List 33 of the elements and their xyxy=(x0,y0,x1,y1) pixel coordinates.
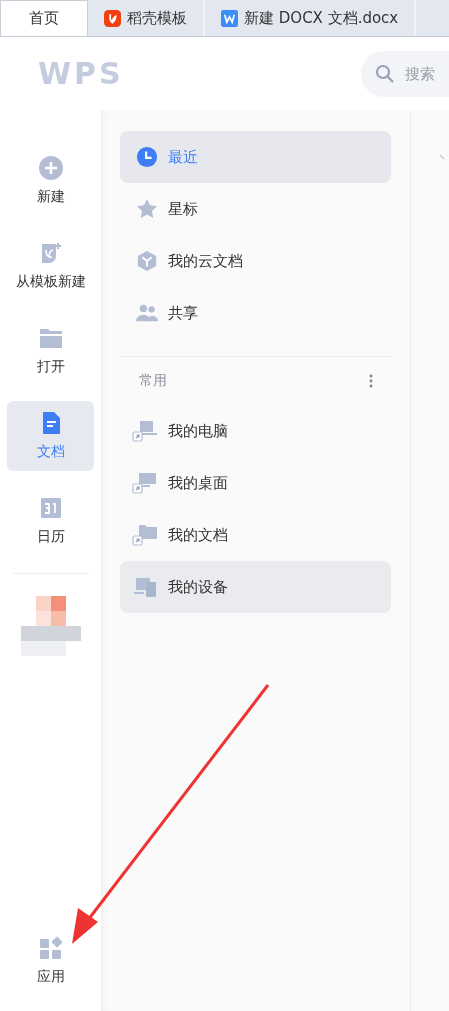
nav-item[interactable]: 我的电脑 xyxy=(120,405,391,457)
wps-logo: WPS xyxy=(38,56,124,91)
sidebar-item[interactable]: 日历 xyxy=(7,486,95,556)
clock-icon xyxy=(136,146,159,168)
more-icon[interactable] xyxy=(369,374,373,388)
sidebar-item[interactable]: 新建 xyxy=(7,146,95,216)
computer-shortcut-icon xyxy=(132,420,159,442)
nav-item[interactable]: 我的桌面 xyxy=(120,457,391,509)
search-field[interactable]: 搜索 xyxy=(361,50,449,97)
calendar-icon xyxy=(38,496,63,520)
star-icon xyxy=(136,198,159,220)
leaf-app-icon xyxy=(104,9,121,27)
cube-icon xyxy=(136,250,159,272)
blurred-app-icon xyxy=(20,596,81,656)
nav-item[interactable]: 我的文档 xyxy=(120,509,391,561)
apps-grid-icon xyxy=(38,936,63,960)
tab[interactable]: 首页 xyxy=(0,0,88,36)
nav-item[interactable]: 我的设备 xyxy=(120,561,391,613)
section-title: 常用 xyxy=(139,372,168,390)
sidebar-item[interactable]: 从模板新建 xyxy=(7,231,95,301)
devices-icon xyxy=(132,576,159,598)
people-icon xyxy=(136,302,159,324)
desktop-shortcut-icon xyxy=(132,472,159,494)
sidebar-item[interactable]: 打开 xyxy=(7,316,95,386)
search-icon xyxy=(375,63,395,84)
nav-item[interactable]: 星标 xyxy=(120,183,391,235)
writer-app-icon xyxy=(221,9,238,27)
nav-item[interactable]: 共享 xyxy=(120,287,391,339)
folder-icon xyxy=(38,326,63,350)
nav-item[interactable]: 我的云文档 xyxy=(120,235,391,287)
folder-shortcut-icon xyxy=(132,524,159,546)
apps-button[interactable]: 应用 xyxy=(7,926,95,996)
plus-icon xyxy=(38,156,63,180)
